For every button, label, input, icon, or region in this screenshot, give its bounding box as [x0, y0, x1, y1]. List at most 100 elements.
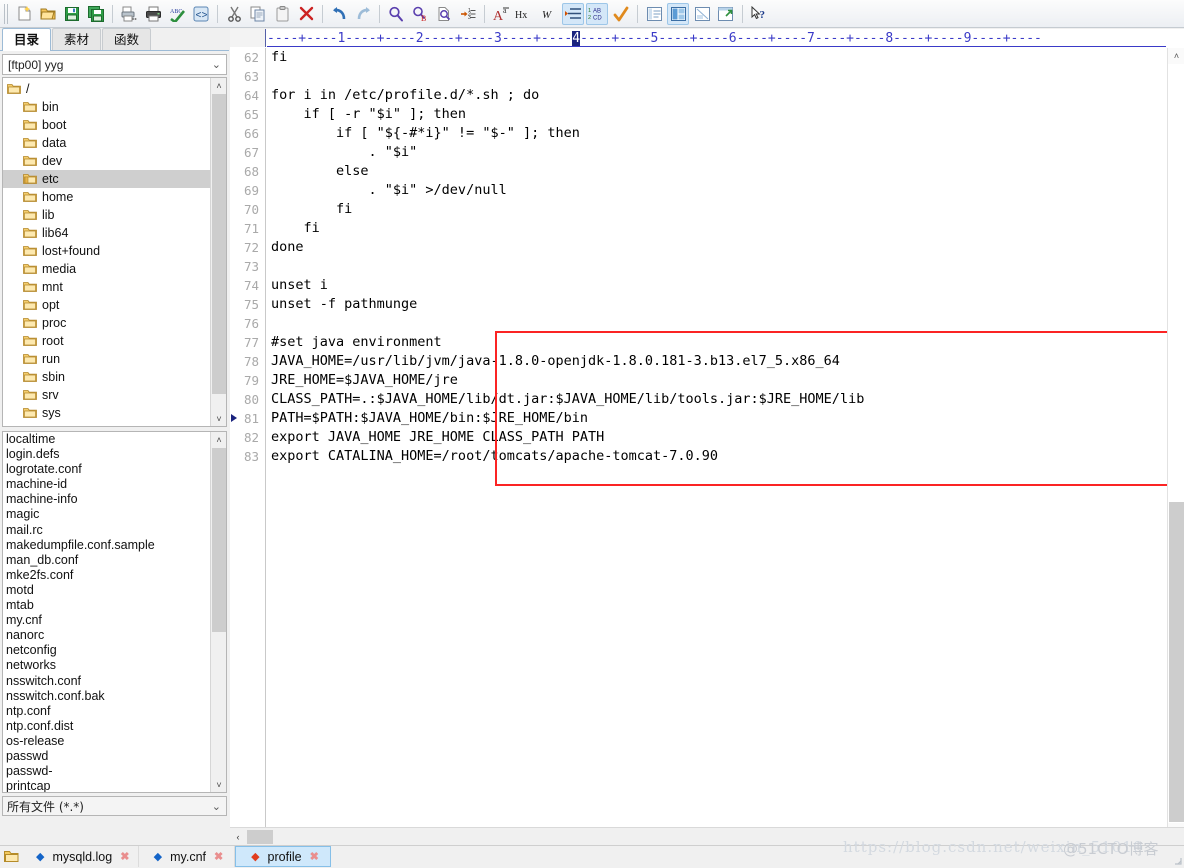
line-number[interactable]: 74 [230, 276, 265, 295]
code-line[interactable] [267, 67, 1164, 86]
tree-item-home[interactable]: home [3, 188, 210, 206]
code-line[interactable] [267, 314, 1164, 333]
file-list-item[interactable]: nsswitch.conf [3, 674, 210, 689]
code-line[interactable]: done [267, 238, 1164, 257]
line-number[interactable]: 75 [230, 295, 265, 314]
find-in-files-icon[interactable] [433, 3, 455, 25]
new-file-icon[interactable] [13, 3, 35, 25]
tree-item-proc[interactable]: proc [3, 314, 210, 332]
line-number[interactable]: 67 [230, 143, 265, 162]
tree-item-lib64[interactable]: lib64 [3, 224, 210, 242]
line-number[interactable]: 76 [230, 314, 265, 333]
line-number[interactable]: 63 [230, 67, 265, 86]
code-line[interactable]: PATH=$PATH:$JAVA_HOME/bin:$JRE_HOME/bin [267, 409, 1164, 428]
file-list-item[interactable]: logrotate.conf [3, 462, 210, 477]
code-line[interactable]: fi [267, 48, 1164, 67]
file-list-item[interactable]: ntp.conf [3, 704, 210, 719]
tree-item-etc[interactable]: etc [3, 170, 210, 188]
print-icon[interactable] [142, 3, 164, 25]
editor-vertical-scrollbar[interactable]: ˄ ˅ [1167, 48, 1184, 839]
tree-item-lost-found[interactable]: lost+found [3, 242, 210, 260]
file-list-item[interactable]: my.cnf [3, 613, 210, 628]
line-number[interactable]: 78 [230, 352, 265, 371]
close-icon[interactable]: ✖ [214, 850, 223, 863]
panel-list-icon[interactable] [643, 3, 665, 25]
line-number[interactable]: 80 [230, 390, 265, 409]
delete-icon[interactable] [295, 3, 317, 25]
code-line[interactable]: unset -f pathmunge [267, 295, 1164, 314]
code-line[interactable]: fi [267, 200, 1164, 219]
file-list-item[interactable]: magic [3, 507, 210, 522]
line-number[interactable]: 81 [230, 409, 265, 428]
document-tab-profile[interactable]: ◆ profile ✖ [235, 846, 332, 867]
line-number[interactable]: 83 [230, 447, 265, 466]
tree-item-run[interactable]: run [3, 350, 210, 368]
panel-preview-icon[interactable] [691, 3, 713, 25]
tree-item-media[interactable]: media [3, 260, 210, 278]
line-number[interactable]: 64 [230, 86, 265, 105]
file-list-item[interactable]: machine-id [3, 477, 210, 492]
scroll-left-arrow-icon[interactable]: ‹ [230, 829, 246, 845]
editor-horizontal-scrollbar[interactable]: ‹ [230, 827, 1184, 845]
line-number[interactable]: 68 [230, 162, 265, 181]
file-list-item[interactable]: nsswitch.conf.bak [3, 689, 210, 704]
file-list-item[interactable]: mtab [3, 598, 210, 613]
code-line[interactable]: #set java environment [267, 333, 1164, 352]
ab-sort-icon[interactable]: 1 2 AB CD [586, 2, 608, 25]
redo-icon[interactable] [352, 3, 374, 25]
check-icon[interactable] [610, 3, 632, 25]
tree-item-sbin[interactable]: sbin [3, 368, 210, 386]
panel-grid-icon[interactable] [667, 2, 689, 25]
line-number[interactable]: 66 [230, 124, 265, 143]
code-line[interactable]: CLASS_PATH=.:$JAVA_HOME/lib/dt.jar:$JAVA… [267, 390, 1164, 409]
file-list-item[interactable]: makedumpfile.conf.sample [3, 538, 210, 553]
hex-icon[interactable]: Hx [514, 3, 536, 25]
connection-dropdown[interactable]: [ftp00] yyg ⌄ [2, 54, 227, 75]
copy-icon[interactable] [247, 3, 269, 25]
editor-scroll-thumb[interactable] [1169, 502, 1184, 822]
code-line[interactable]: export CATALINA_HOME=/root/tomcats/apach… [267, 447, 1164, 466]
replace-icon[interactable]: B [409, 3, 431, 25]
tree-vertical-scrollbar[interactable]: ˄ ˅ [210, 78, 226, 426]
document-tab-mysqld-log[interactable]: ◆ mysqld.log ✖ [24, 846, 140, 867]
line-number[interactable]: 72 [230, 238, 265, 257]
external-window-icon[interactable] [715, 3, 737, 25]
scroll-up-arrow-icon[interactable]: ˄ [211, 432, 226, 447]
line-number[interactable]: 73 [230, 257, 265, 276]
close-icon[interactable]: ✖ [310, 850, 319, 863]
file-list-scroll-thumb[interactable] [212, 448, 226, 632]
font-icon[interactable]: A a [490, 3, 512, 25]
scroll-up-arrow-icon[interactable]: ˄ [1168, 48, 1184, 64]
editor-hscroll-thumb[interactable] [247, 829, 273, 844]
file-list-item[interactable]: passwd [3, 749, 210, 764]
code-line[interactable]: if [ -r "$i" ]; then [267, 105, 1164, 124]
code-line[interactable]: export JAVA_HOME JRE_HOME CLASS_PATH PAT… [267, 428, 1164, 447]
file-list-item[interactable]: localtime [3, 432, 210, 447]
tree-item-boot[interactable]: boot [3, 116, 210, 134]
file-list-item[interactable]: ntp.conf.dist [3, 719, 210, 734]
open-folder-icon[interactable] [37, 3, 59, 25]
line-number[interactable]: 70 [230, 200, 265, 219]
tree-item-dev[interactable]: dev [3, 152, 210, 170]
word-wrap-italic-icon[interactable]: W [538, 3, 560, 25]
code-line[interactable]: . "$i" [267, 143, 1164, 162]
line-number[interactable]: 65 [230, 105, 265, 124]
tree-item-root[interactable]: root [3, 332, 210, 350]
find-icon[interactable] [385, 3, 407, 25]
tree-item--[interactable]: / [3, 80, 210, 98]
file-list-vertical-scrollbar[interactable]: ˄ ˅ [210, 432, 226, 792]
file-list-item[interactable]: passwd- [3, 764, 210, 779]
file-list[interactable]: localtime login.defs logrotate.conf machine… [3, 432, 210, 792]
code-line[interactable]: JRE_HOME=$JAVA_HOME/jre [267, 371, 1164, 390]
code-line[interactable]: JAVA_HOME=/usr/lib/jvm/java-1.8.0-openjd… [267, 352, 1164, 371]
file-list-item[interactable]: printcap [3, 779, 210, 792]
close-icon[interactable]: ✖ [120, 850, 129, 863]
tab-functions[interactable]: 函数 [102, 28, 152, 50]
tree-item-srv[interactable]: srv [3, 386, 210, 404]
scroll-down-arrow-icon[interactable]: ˅ [211, 777, 226, 792]
code-line[interactable]: for i in /etc/profile.d/*.sh ; do [267, 86, 1164, 105]
save-icon[interactable] [61, 3, 83, 25]
code-line[interactable]: unset i [267, 276, 1164, 295]
code-line[interactable]: if [ "${-#*i}" != "$-" ]; then [267, 124, 1164, 143]
line-number[interactable]: 62 [230, 48, 265, 67]
